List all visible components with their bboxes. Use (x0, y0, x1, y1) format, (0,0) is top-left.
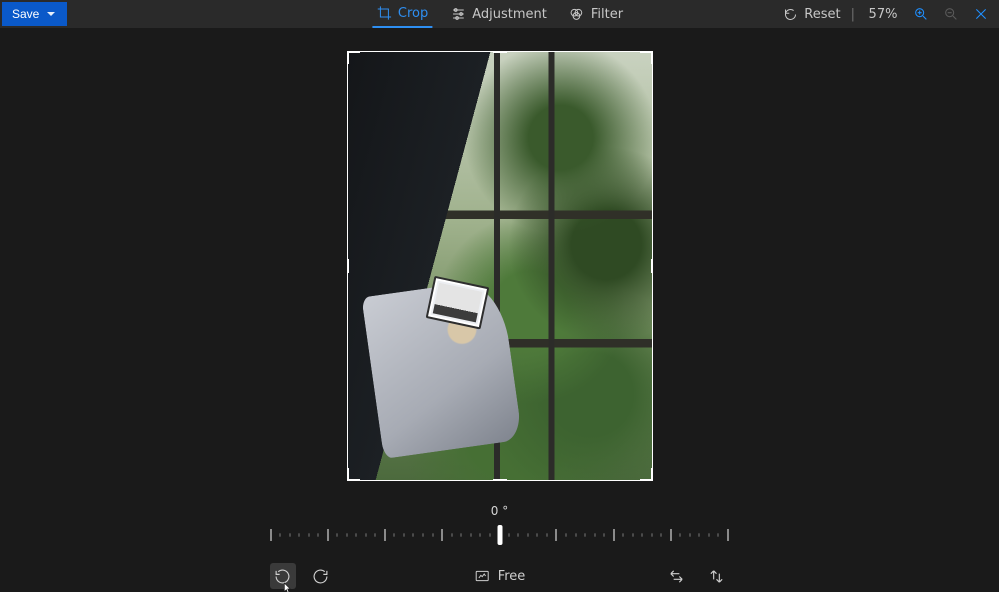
tab-crop-label: Crop (398, 6, 428, 21)
rotate-left-icon (274, 568, 291, 585)
close-icon (973, 6, 989, 22)
crop-handle-top-left[interactable] (347, 51, 360, 64)
crop-handle-bottom-right[interactable] (640, 468, 653, 481)
zoom-out-button[interactable] (941, 4, 961, 24)
tab-adjustment-label: Adjustment (472, 7, 547, 22)
zoom-in-button[interactable] (911, 4, 931, 24)
top-right-controls: Reset | 57% (783, 0, 991, 28)
rotate-left-button[interactable] (270, 563, 296, 589)
crop-handle-bottom[interactable] (493, 479, 507, 481)
rotate-right-button[interactable] (308, 563, 334, 589)
reset-label: Reset (804, 7, 840, 22)
crop-handle-top-right[interactable] (640, 51, 653, 64)
rotate-right-icon (312, 568, 329, 585)
straighten-slider[interactable] (270, 524, 730, 546)
crop-frame[interactable] (347, 51, 653, 481)
flip-vertical-icon (708, 568, 725, 585)
image-canvas (0, 28, 999, 504)
crop-controls: 0 ° Free (0, 504, 999, 592)
flip-buttons (664, 563, 730, 589)
tab-adjustment[interactable]: Adjustment (446, 0, 551, 28)
zoom-out-icon (943, 6, 959, 22)
rotate-buttons (270, 563, 334, 589)
divider: | (851, 7, 855, 22)
crop-handle-bottom-left[interactable] (347, 468, 360, 481)
flip-horizontal-button[interactable] (664, 563, 690, 589)
save-button-label: Save (12, 7, 39, 21)
crop-bottom-row: Free (270, 560, 730, 592)
editor-top-bar: Save Crop Adjustment Filter Reset | 57% (0, 0, 999, 28)
reset-icon (783, 7, 798, 22)
crop-handle-right[interactable] (651, 259, 653, 273)
sliders-icon (450, 6, 466, 22)
zoom-in-icon (913, 6, 929, 22)
reset-button[interactable]: Reset (783, 7, 840, 22)
crop-handle-top[interactable] (493, 51, 507, 53)
save-button[interactable]: Save (2, 2, 67, 26)
tab-filter-label: Filter (591, 7, 623, 22)
close-editor-button[interactable] (971, 4, 991, 24)
flip-vertical-button[interactable] (704, 563, 730, 589)
crop-handle-left[interactable] (347, 259, 349, 273)
tab-crop[interactable]: Crop (372, 0, 432, 28)
crop-icon (376, 5, 392, 21)
zoom-level: 57% (865, 7, 901, 22)
chevron-down-icon (47, 12, 55, 16)
straighten-thumb[interactable] (497, 525, 502, 545)
aspect-ratio-label: Free (498, 569, 526, 584)
aspect-ratio-icon (474, 568, 490, 584)
tab-filter[interactable]: Filter (565, 0, 627, 28)
aspect-ratio-button[interactable]: Free (474, 568, 526, 584)
edit-mode-tabs: Crop Adjustment Filter (372, 0, 627, 28)
filter-icon (569, 6, 585, 22)
rotation-angle-label: 0 ° (491, 504, 508, 518)
flip-horizontal-icon (668, 568, 685, 585)
